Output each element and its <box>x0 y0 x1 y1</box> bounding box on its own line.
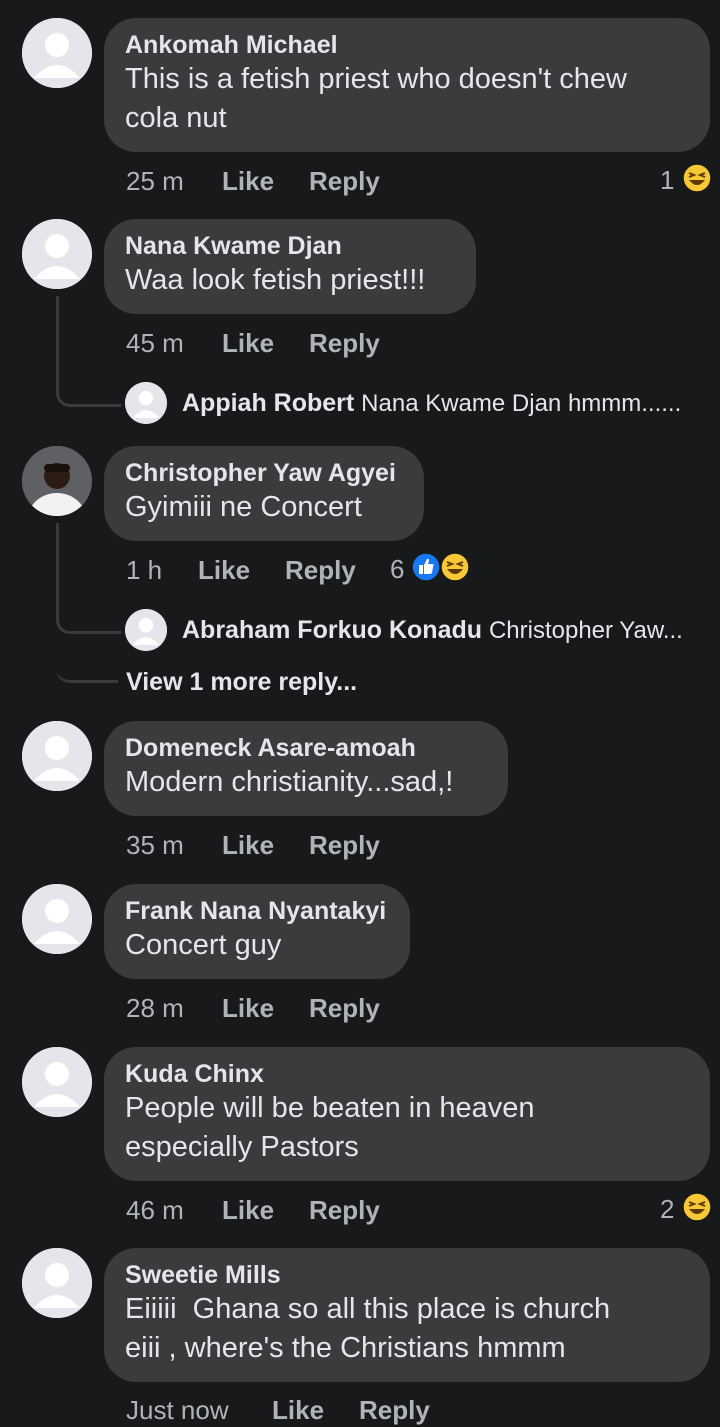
like-button[interactable]: Like <box>272 1393 324 1427</box>
commenter-name[interactable]: Kuda Chinx <box>125 1059 689 1089</box>
reaction-count[interactable]: 2 <box>660 1192 674 1226</box>
timestamp[interactable]: 35 m <box>126 828 184 862</box>
comment-text: Eiiiii Ghana so all this place is church <box>125 1293 611 1325</box>
comment-actions: 46 m Like Reply <box>126 1193 426 1227</box>
comment-bubble: Nana Kwame Djan Waa look fetish priest!!… <box>104 219 476 314</box>
comment-actions: 25 m Like Reply <box>126 164 686 198</box>
thread-line <box>56 296 121 407</box>
default-user-icon <box>125 609 167 651</box>
avatar-default[interactable] <box>22 219 92 289</box>
comment-actions: 45 m Like Reply <box>126 326 426 360</box>
reply-text: Christopher Yaw... <box>488 617 683 644</box>
comment-bubble: Kuda Chinx People will be beaten in heav… <box>104 1047 710 1181</box>
commenter-name[interactable]: Domeneck Asare-amoah <box>125 733 487 763</box>
like-button[interactable]: Like <box>222 828 274 862</box>
avatar-default[interactable] <box>22 1047 92 1117</box>
timestamp[interactable]: 45 m <box>126 326 184 360</box>
commenter-name[interactable]: Sweetie Mills <box>125 1260 689 1290</box>
comment-bubble: Christopher Yaw Agyei Gyimiii ne Concert <box>104 446 424 541</box>
avatar-default[interactable] <box>125 609 167 651</box>
haha-emoji-icon <box>440 552 470 582</box>
like-button[interactable]: Like <box>222 326 274 360</box>
avatar-default[interactable] <box>22 18 92 88</box>
timestamp[interactable]: 28 m <box>126 991 184 1025</box>
comment-text: especially Pastors <box>125 1131 359 1163</box>
reply-button[interactable]: Reply <box>359 1393 430 1427</box>
reaction-count[interactable]: 6 <box>390 552 404 586</box>
reply-text: Nana Kwame Djan hmmm...... <box>361 390 682 417</box>
thread-line <box>56 600 118 683</box>
profile-photo-icon <box>22 446 92 516</box>
comment-text: cola nut <box>125 102 227 134</box>
commenter-name[interactable]: Christopher Yaw Agyei <box>125 458 403 488</box>
default-user-icon <box>22 18 92 88</box>
comment-bubble: Frank Nana Nyantakyi Concert guy <box>104 884 410 979</box>
reply-button[interactable]: Reply <box>309 828 380 862</box>
comment-text: Modern christianity...sad,! <box>125 766 454 798</box>
timestamp[interactable]: 46 m <box>126 1193 184 1227</box>
comment-actions: Just now Like Reply <box>126 1393 526 1427</box>
comment-bubble: Ankomah Michael This is a fetish priest … <box>104 18 710 152</box>
comment-text: Concert guy <box>125 929 282 961</box>
default-user-icon <box>22 884 92 954</box>
avatar-default[interactable] <box>22 721 92 791</box>
comment-actions: 28 m Like Reply <box>126 991 426 1025</box>
like-reaction-icon <box>411 552 441 582</box>
view-more-replies-link[interactable]: View 1 more reply... <box>126 665 357 699</box>
comment-bubble: Domeneck Asare-amoah Modern christianity… <box>104 721 508 816</box>
reply-preview[interactable]: Appiah Robert Nana Kwame Djan hmmm...... <box>182 386 712 421</box>
reply-author[interactable]: Abraham Forkuo Konadu <box>182 616 482 644</box>
timestamp[interactable]: 25 m <box>126 164 184 198</box>
reply-button[interactable]: Reply <box>309 164 380 198</box>
like-button[interactable]: Like <box>222 1193 274 1227</box>
reply-button[interactable]: Reply <box>309 1193 380 1227</box>
reply-button[interactable]: Reply <box>309 326 380 360</box>
avatar-default[interactable] <box>22 884 92 954</box>
comment-text: Waa look fetish priest!!! <box>125 264 426 296</box>
avatar-photo[interactable] <box>22 446 92 516</box>
default-user-icon <box>22 1047 92 1117</box>
default-user-icon <box>22 1248 92 1318</box>
reaction-count[interactable]: 1 <box>660 163 674 197</box>
commenter-name[interactable]: Nana Kwame Djan <box>125 231 455 261</box>
default-user-icon <box>125 382 167 424</box>
like-button[interactable]: Like <box>222 164 274 198</box>
comment-text: Gyimiii ne Concert <box>125 491 362 523</box>
comment-actions: 35 m Like Reply <box>126 828 426 862</box>
default-user-icon <box>22 219 92 289</box>
like-button[interactable]: Like <box>198 553 250 587</box>
timestamp[interactable]: 1 h <box>126 553 162 587</box>
reply-author[interactable]: Appiah Robert <box>182 389 354 417</box>
reply-button[interactable]: Reply <box>309 991 380 1025</box>
avatar-default[interactable] <box>22 1248 92 1318</box>
reply-preview[interactable]: Abraham Forkuo Konadu Christopher Yaw... <box>182 613 712 648</box>
comment-text: eiii , where's the Christians hmmm <box>125 1332 566 1364</box>
haha-emoji-icon <box>682 163 712 193</box>
default-user-icon <box>22 721 92 791</box>
haha-emoji-icon <box>682 1192 712 1222</box>
reply-button[interactable]: Reply <box>285 553 356 587</box>
commenter-name[interactable]: Frank Nana Nyantakyi <box>125 896 389 926</box>
avatar-default[interactable] <box>125 382 167 424</box>
comment-bubble: Sweetie Mills Eiiiii Ghana so all this p… <box>104 1248 710 1382</box>
comment-text: This is a fetish priest who doesn't chew <box>125 63 627 95</box>
comment-text: People will be beaten in heaven <box>125 1092 535 1124</box>
commenter-name[interactable]: Ankomah Michael <box>125 30 689 60</box>
like-button[interactable]: Like <box>222 991 274 1025</box>
timestamp[interactable]: Just now <box>126 1393 229 1427</box>
